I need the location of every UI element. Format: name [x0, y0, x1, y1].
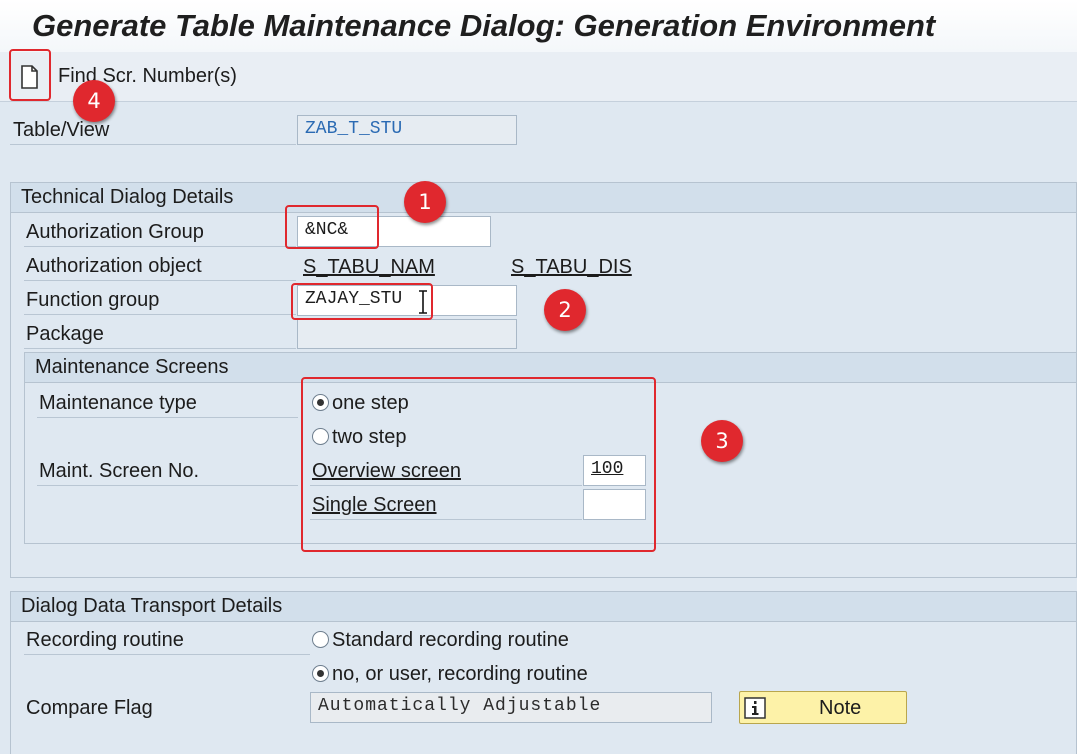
info-icon [744, 697, 766, 719]
radio-standard-recording[interactable]: Standard recording routine [312, 629, 569, 652]
annotation-box-3 [301, 377, 656, 552]
annotation-badge-1: 1 [404, 181, 446, 223]
note-button[interactable]: Note [739, 691, 907, 724]
note-button-label: Note [819, 697, 862, 719]
maintenance-type-label: Maintenance type [39, 392, 197, 414]
annotation-box-2 [291, 283, 433, 320]
authorization-object-row: Authorization object [24, 252, 296, 281]
authorization-group-row: Authorization Group [24, 218, 296, 247]
package-field [297, 319, 517, 349]
radio-selected-icon[interactable] [312, 665, 329, 682]
recording-routine-row: Recording routine [24, 626, 310, 655]
annotation-box-1 [285, 205, 379, 249]
recording-routine-label: Recording routine [26, 629, 184, 651]
annotation-badge-3: 3 [701, 420, 743, 462]
radio-unselected-icon[interactable] [312, 631, 329, 648]
window-title: Generate Table Maintenance Dialog: Gener… [32, 8, 936, 43]
function-group-row: Function group [24, 286, 296, 315]
radio-user-recording[interactable]: no, or user, recording routine [312, 663, 588, 686]
standard-recording-label: Standard recording routine [332, 629, 569, 651]
toolbar: Find Scr. Number(s) [0, 52, 1077, 102]
annotation-badge-4: 4 [73, 80, 115, 122]
maint-screen-no-label: Maint. Screen No. [39, 460, 200, 482]
compare-flag-field: Automatically Adjustable [310, 692, 712, 723]
transport-header: Dialog Data Transport Details [11, 592, 1076, 622]
compare-flag-label: Compare Flag [26, 697, 153, 719]
package-row: Package [24, 320, 296, 349]
authorization-group-label: Authorization Group [26, 221, 204, 243]
maintenance-type-row: Maintenance type [37, 389, 298, 418]
maint-screen-no-row: Maint. Screen No. [37, 457, 298, 486]
compare-flag-row: Compare Flag [24, 694, 310, 723]
user-recording-label: no, or user, recording routine [332, 663, 588, 685]
table-view-field: ZAB_T_STU [297, 115, 517, 145]
package-label: Package [26, 323, 104, 345]
auth-object-link-tabu-dis[interactable]: S_TABU_DIS [511, 256, 632, 279]
technical-dialog-header: Technical Dialog Details [11, 183, 1076, 213]
annotation-box-4 [9, 49, 51, 101]
annotation-badge-2: 2 [544, 289, 586, 331]
function-group-label: Function group [26, 289, 160, 311]
authorization-object-label: Authorization object [26, 255, 202, 277]
title-bar: Generate Table Maintenance Dialog: Gener… [0, 0, 1077, 52]
auth-object-link-tabu-nam[interactable]: S_TABU_NAM [303, 256, 435, 279]
table-view-label: Table/View [13, 119, 110, 141]
table-view-row: Table/View [10, 116, 296, 145]
